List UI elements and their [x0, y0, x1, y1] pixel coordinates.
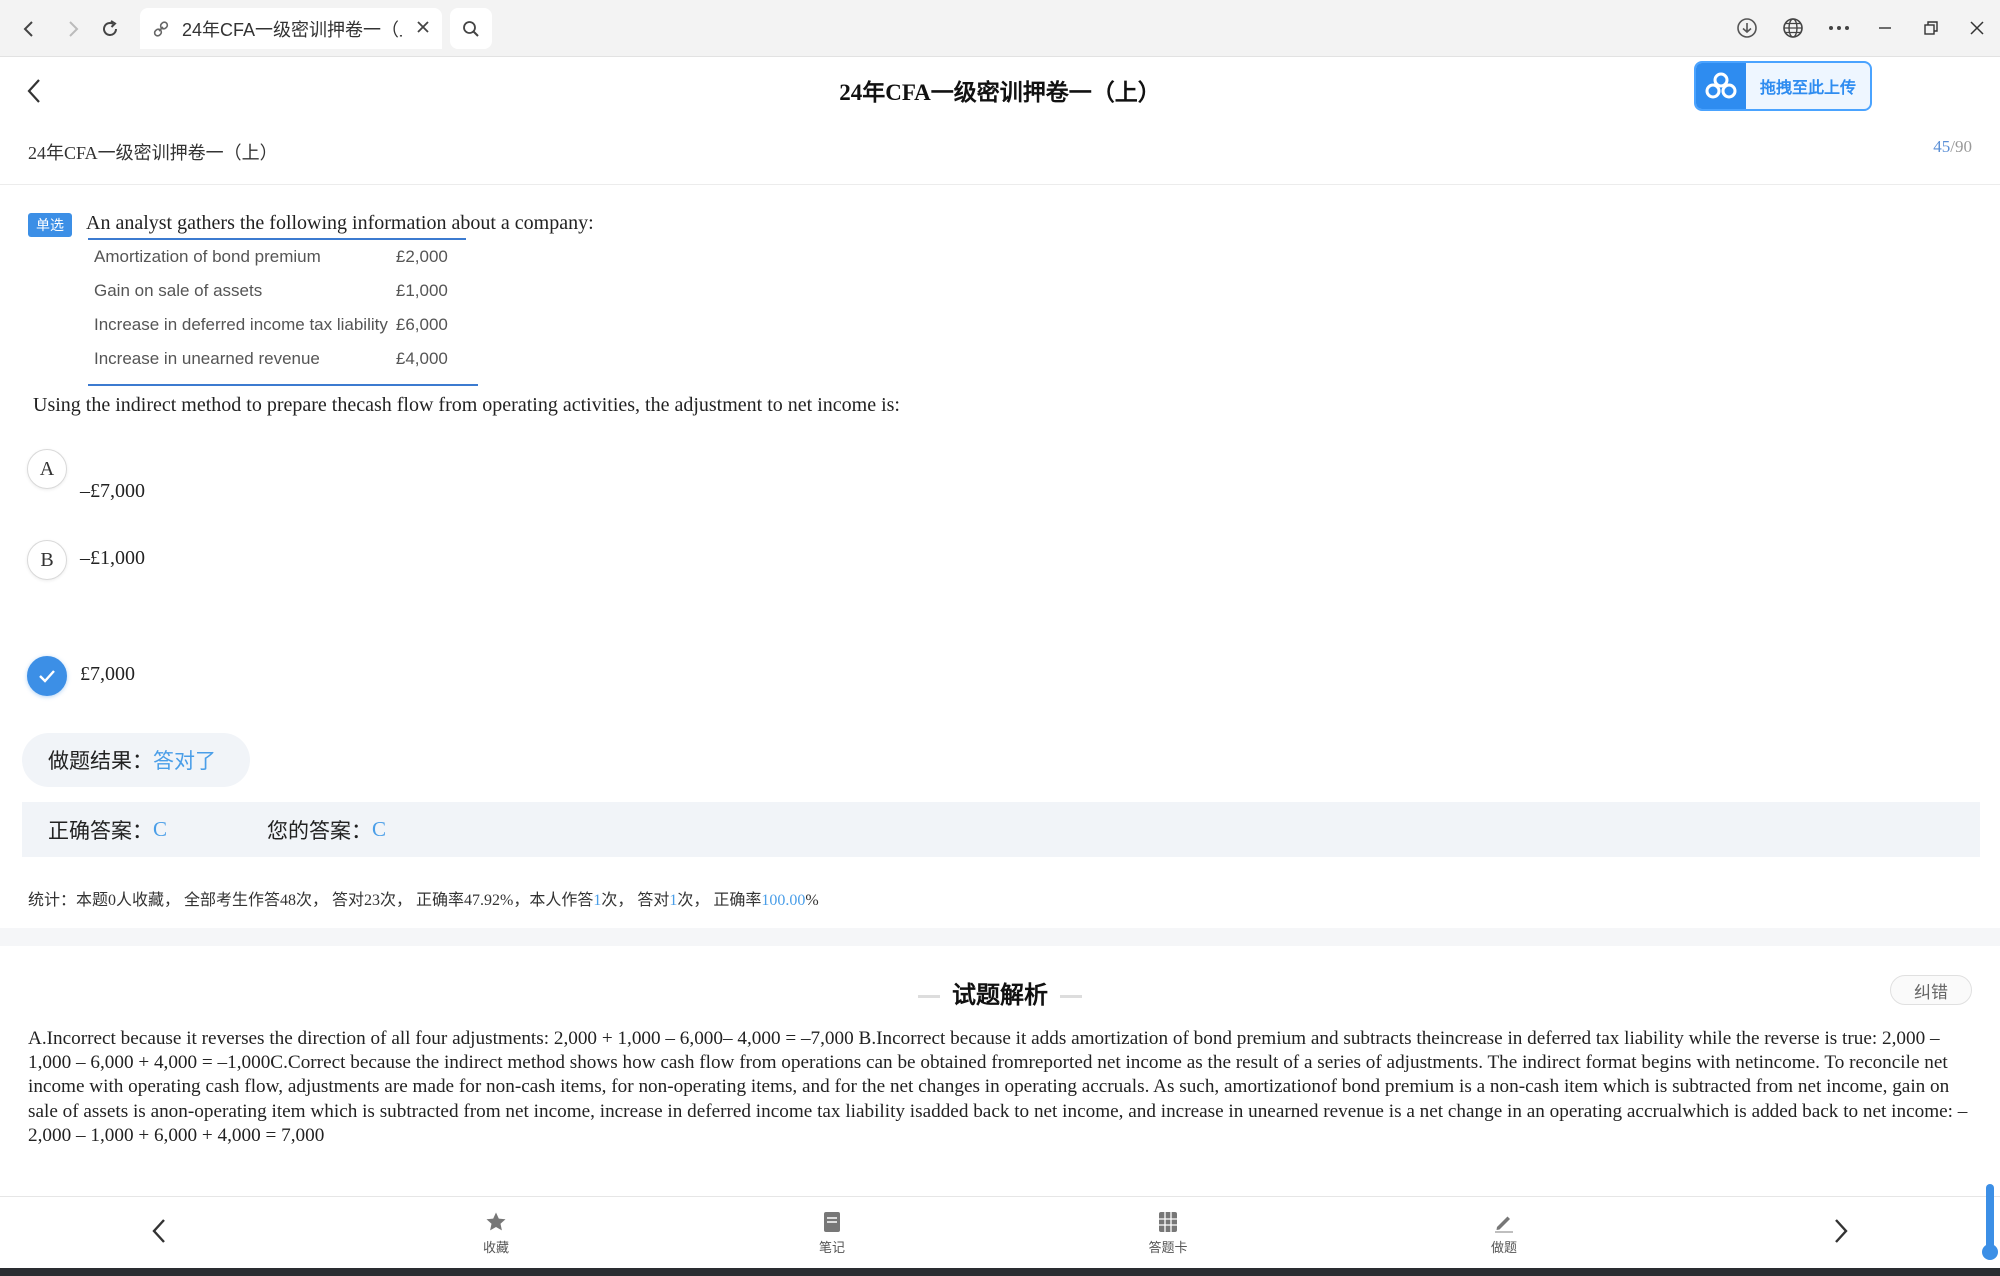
tab-close-icon[interactable]	[416, 18, 430, 39]
question-counter: 45/90	[1933, 137, 1972, 157]
table-row: Gain on sale of assets £1,000	[88, 274, 454, 308]
your-answer-label: 您的答案：	[267, 819, 373, 843]
table-row: Increase in deferred income tax liabilit…	[88, 308, 454, 342]
favorite-button[interactable]: 收藏	[456, 1211, 536, 1256]
stats-line: 统计：本题0人收藏， 全部考生作答48次， 答对23次， 正确率47.92%，本…	[28, 886, 819, 910]
answer-bar: 正确答案： C 您的答案： C	[22, 802, 1980, 857]
table-underline	[88, 384, 478, 386]
scroll-knob[interactable]	[1982, 1244, 1998, 1260]
search-icon[interactable]	[450, 8, 492, 49]
stats-suffix: %	[805, 892, 819, 909]
checkmark-icon	[39, 670, 55, 683]
notes-label: 笔记	[818, 1240, 845, 1255]
option-b-letter: B	[40, 548, 54, 571]
answer-card-button[interactable]: 答题卡	[1128, 1211, 1208, 1256]
stats-mid2: 次， 正确率	[677, 892, 762, 909]
result-pill: 做题结果： 答对了	[22, 733, 250, 787]
app-header: 24年CFA一级密训押卷一（上） 拖拽至此上传 24年CFA一级密训押卷一（上）…	[0, 57, 2000, 175]
option-a-button[interactable]: A	[27, 449, 67, 489]
table-cell-item: Increase in deferred income tax liabilit…	[94, 315, 388, 334]
correct-answer-value: C	[153, 817, 168, 841]
table-cell-amount: £4,000	[395, 349, 448, 368]
minimize-icon[interactable]	[1862, 8, 1908, 48]
browser-tab[interactable]: 24年CFA一级密训押卷一（上）	[140, 8, 442, 49]
notes-button[interactable]: 笔记	[792, 1211, 872, 1256]
close-window-icon[interactable]	[1954, 8, 2000, 48]
stats-my-rate: 100.00	[761, 892, 806, 909]
question-intro: An analyst gathers the following informa…	[86, 212, 594, 240]
heading-dash-right	[1060, 995, 1082, 999]
table-cell-item: Increase in unearned revenue	[94, 349, 320, 368]
analysis-body: A.Incorrect because it reverses the dire…	[28, 1028, 1968, 1146]
note-icon	[824, 1212, 840, 1232]
tab-title: 24年CFA一级密训押卷一（上）	[182, 19, 402, 40]
table-cell-amount: £2,000	[395, 247, 448, 266]
report-error-button[interactable]: 纠错	[1890, 975, 1972, 1005]
question-stem: Using the indirect method to prepare the…	[33, 394, 900, 416]
table-cell-item: Gain on sale of assets	[94, 281, 263, 300]
window-controls	[1724, 8, 2000, 48]
option-a-letter: A	[39, 457, 55, 480]
grid-icon	[1159, 1212, 1177, 1232]
table-row: Increase in unearned revenue £4,000	[88, 342, 454, 376]
browser-back-icon[interactable]	[12, 12, 46, 46]
globe-icon[interactable]	[1770, 8, 1816, 48]
table-row: Amortization of bond premium £2,000	[88, 240, 454, 274]
result-value: 答对了	[153, 750, 216, 773]
link-icon	[153, 20, 169, 37]
result-label: 做题结果：	[48, 750, 153, 773]
analysis-heading: 试题解析	[0, 975, 2000, 1010]
header-divider	[0, 184, 2000, 185]
option-c-text[interactable]: £7,000	[80, 663, 135, 686]
star-icon	[486, 1212, 506, 1231]
favorite-label: 收藏	[482, 1240, 509, 1255]
upload-label: 拖拽至此上传	[1760, 80, 1857, 97]
table-cell-amount: £6,000	[395, 315, 448, 334]
correct-answer-label: 正确答案：	[48, 819, 153, 843]
browser-forward-icon[interactable]	[56, 12, 90, 46]
restore-icon[interactable]	[1908, 8, 1954, 48]
question-intro-text: An analyst gathers the following informa…	[86, 212, 594, 234]
your-answer-value: C	[372, 817, 387, 841]
bottom-nav: 收藏 笔记 答题卡 做题	[0, 1196, 2000, 1268]
cloud-share-icon	[1696, 63, 1746, 109]
option-b-button[interactable]: B	[27, 540, 67, 580]
taskbar-strip	[0, 1268, 2000, 1276]
answer-card-label: 答题卡	[1148, 1240, 1188, 1255]
info-table: Amortization of bond premium £2,000 Gain …	[88, 240, 454, 376]
browser-reload-icon[interactable]	[93, 12, 127, 46]
more-icon[interactable]	[1816, 8, 1862, 48]
upload-button[interactable]: 拖拽至此上传	[1694, 61, 1872, 111]
heading-dash-left	[918, 995, 940, 999]
practice-label: 做题	[1490, 1240, 1517, 1255]
analysis-title: 试题解析	[952, 982, 1048, 1009]
counter-current: 45	[1933, 137, 1951, 156]
table-cell-amount: £1,000	[395, 281, 448, 300]
question-type-badge: 单选	[28, 213, 72, 237]
browser-toolbar: 24年CFA一级密训押卷一（上）	[0, 0, 2000, 57]
exam-subtitle: 24年CFA一级密训押卷一（上）	[28, 143, 278, 163]
pencil-icon	[1495, 1216, 1513, 1233]
counter-total: /90	[1950, 137, 1972, 156]
next-question-icon[interactable]	[1821, 1211, 1861, 1251]
stats-prefix: 统计：本题0人收藏， 全部考生作答48次， 答对23次， 正确率47.92%，本…	[28, 892, 594, 909]
option-a-text[interactable]: –£7,000	[80, 480, 145, 503]
option-c-button[interactable]	[27, 656, 67, 696]
section-separator	[0, 928, 2000, 946]
practice-button[interactable]: 做题	[1464, 1211, 1544, 1256]
option-b-text[interactable]: –£1,000	[80, 547, 145, 570]
table-cell-item: Amortization of bond premium	[94, 247, 321, 266]
prev-question-icon[interactable]	[139, 1211, 179, 1251]
download-icon[interactable]	[1724, 8, 1770, 48]
stats-mid1: 次， 答对	[601, 892, 670, 909]
